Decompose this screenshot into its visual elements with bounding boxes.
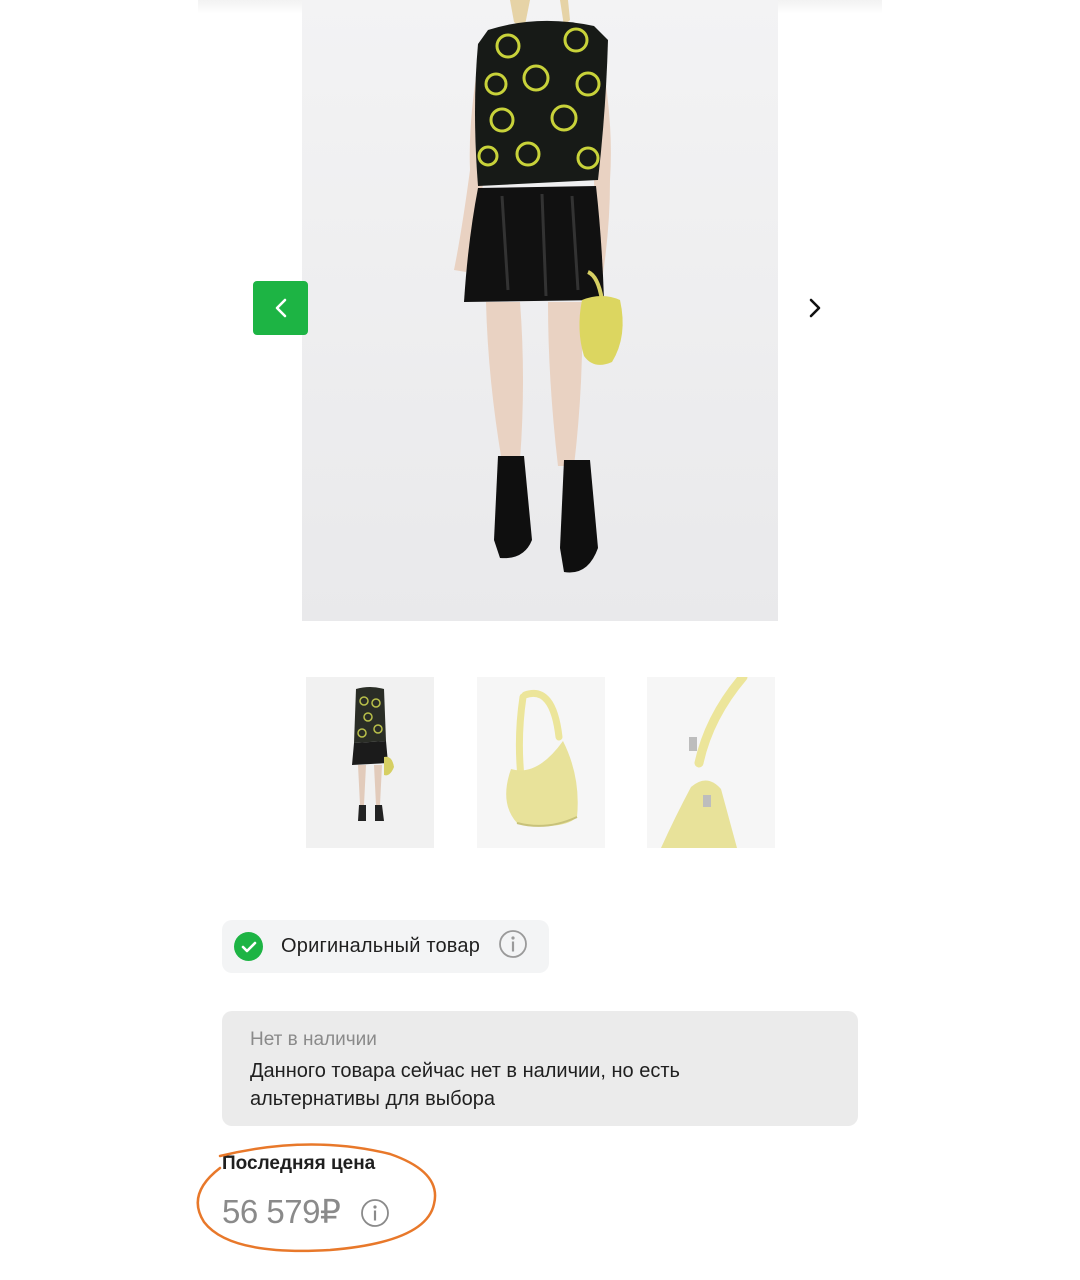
thumbnail-full-look[interactable] [306,677,434,848]
full-look-thumbnail-image [306,677,434,848]
chevron-left-icon [275,298,286,318]
availability-text: Данного товара сейчас нет в наличии, но … [250,1060,680,1110]
bag-detail-thumbnail-image [647,677,775,848]
main-product-image[interactable] [302,0,778,621]
original-product-badge: Оригинальный товар [222,920,549,973]
info-icon[interactable] [498,929,528,964]
original-product-label: Оригинальный товар [281,935,481,957]
price-info-icon[interactable] [360,1198,390,1233]
availability-title: Нет в наличии [250,1029,377,1050]
availability-notice: Нет в наличии Данного товара сейчас нет … [222,1011,858,1126]
thumbnail-yellow-bag[interactable] [477,677,605,848]
model-illustration [302,0,778,621]
yellow-bag-thumbnail-image [477,677,605,848]
check-circle-icon [234,932,263,961]
last-price-value: 56 579₽ [222,1193,341,1230]
last-price-label: Последняя цена [222,1153,376,1174]
chevron-right-icon [809,298,821,318]
gallery-next-button[interactable] [798,290,832,326]
gallery-prev-button[interactable] [253,281,308,335]
thumbnail-bag-detail[interactable] [647,677,775,848]
